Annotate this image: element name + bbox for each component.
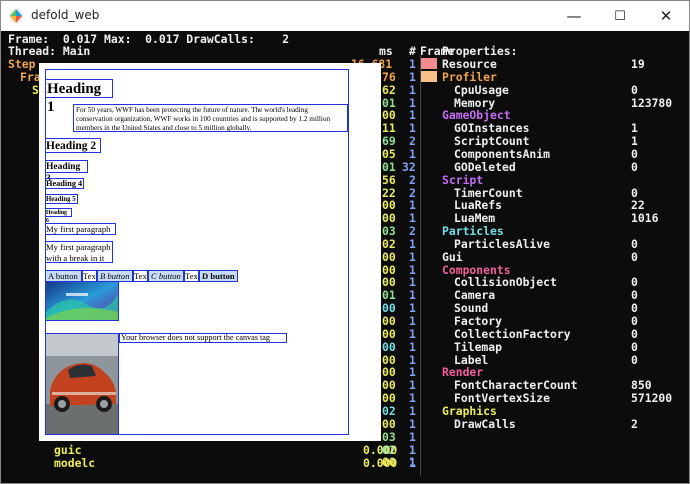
scope-ms-value: 62 <box>382 82 396 97</box>
scope-count-value: 1 <box>409 69 416 84</box>
property-value: 1016 <box>631 211 659 226</box>
scope-row-modelc-ms: 0.000 <box>363 456 398 470</box>
scope-ms-value: 05 <box>382 146 396 161</box>
property-label: Script <box>442 172 484 187</box>
column-divider <box>420 56 421 476</box>
scope-count-value: 1 <box>409 429 416 444</box>
property-value: 0 <box>631 159 638 174</box>
scope-count-value: 1 <box>409 326 416 341</box>
scope-ms-value: 00 <box>382 326 396 341</box>
property-label: GODeleted <box>454 159 516 174</box>
scope-count-value: 1 <box>409 403 416 418</box>
scope-count-value: 2 <box>409 172 416 187</box>
property-label: Profiler <box>442 69 497 84</box>
close-button[interactable]: ✕ <box>643 1 689 31</box>
scope-ms-value: 02 <box>382 236 396 251</box>
scope-ms-value: 00 <box>382 339 396 354</box>
s-label: S <box>32 83 39 97</box>
scope-ms-value: 56 <box>382 172 396 187</box>
property-value: 571200 <box>631 391 673 406</box>
resource-swatch <box>421 58 437 69</box>
scope-row-modelc: modelc <box>54 456 96 470</box>
scope-ms-value: 00 <box>382 416 396 431</box>
property-value: 0 <box>631 339 638 354</box>
scope-ms-value: 03 <box>382 429 396 444</box>
web-page-overlay: Heading 1 For 50 years, WWF has been pro… <box>39 63 381 441</box>
scope-count-value: 1 <box>409 416 416 431</box>
property-value: 0 <box>631 82 638 97</box>
window-title: defold_web <box>31 8 100 22</box>
scope-row-modelc-count: 1 <box>409 456 416 470</box>
scope-count-value: 1 <box>409 249 416 264</box>
minimize-button[interactable]: — <box>551 1 597 31</box>
scope-count-value: 1 <box>409 339 416 354</box>
property-value: 2 <box>631 416 638 431</box>
defold-logo-icon <box>8 8 24 24</box>
profiler-swatch <box>421 71 437 82</box>
property-label: Gui <box>442 249 463 264</box>
property-label: Tilemap <box>454 339 503 354</box>
property-value: 0 <box>631 249 638 264</box>
scope-count-value: 1 <box>409 236 416 251</box>
property-label: DrawCalls <box>454 416 516 431</box>
page-body-box <box>45 69 349 435</box>
property-label: CollectionFactory <box>454 326 571 341</box>
scope-count-value: 1 <box>409 82 416 97</box>
property-label: ParticlesAlive <box>454 236 551 251</box>
property-value: 0 <box>631 146 638 161</box>
app-window: defold_web — ☐ ✕ Frame: 0.017 Max: 0.017… <box>0 0 690 484</box>
property-value: 123780 <box>631 95 673 110</box>
property-value: 0 <box>631 352 638 367</box>
property-value: 0 <box>631 326 638 341</box>
property-label: CpuUsage <box>454 82 509 97</box>
scope-ms-value: 02 <box>382 403 396 418</box>
property-value: 0 <box>631 236 638 251</box>
maximize-button[interactable]: ☐ <box>597 1 643 31</box>
scope-ms-value: 76 <box>382 69 396 84</box>
property-label: ComponentsAnim <box>454 146 551 161</box>
title-bar: defold_web — ☐ ✕ <box>1 1 689 31</box>
property-label: Graphics <box>442 403 497 418</box>
scope-ms-value: 00 <box>382 249 396 264</box>
scope-ms-value: 01 <box>382 159 396 174</box>
scope-count-value: 32 <box>402 159 416 174</box>
property-value: 19 <box>631 57 645 71</box>
scope-count-value: 1 <box>409 146 416 161</box>
